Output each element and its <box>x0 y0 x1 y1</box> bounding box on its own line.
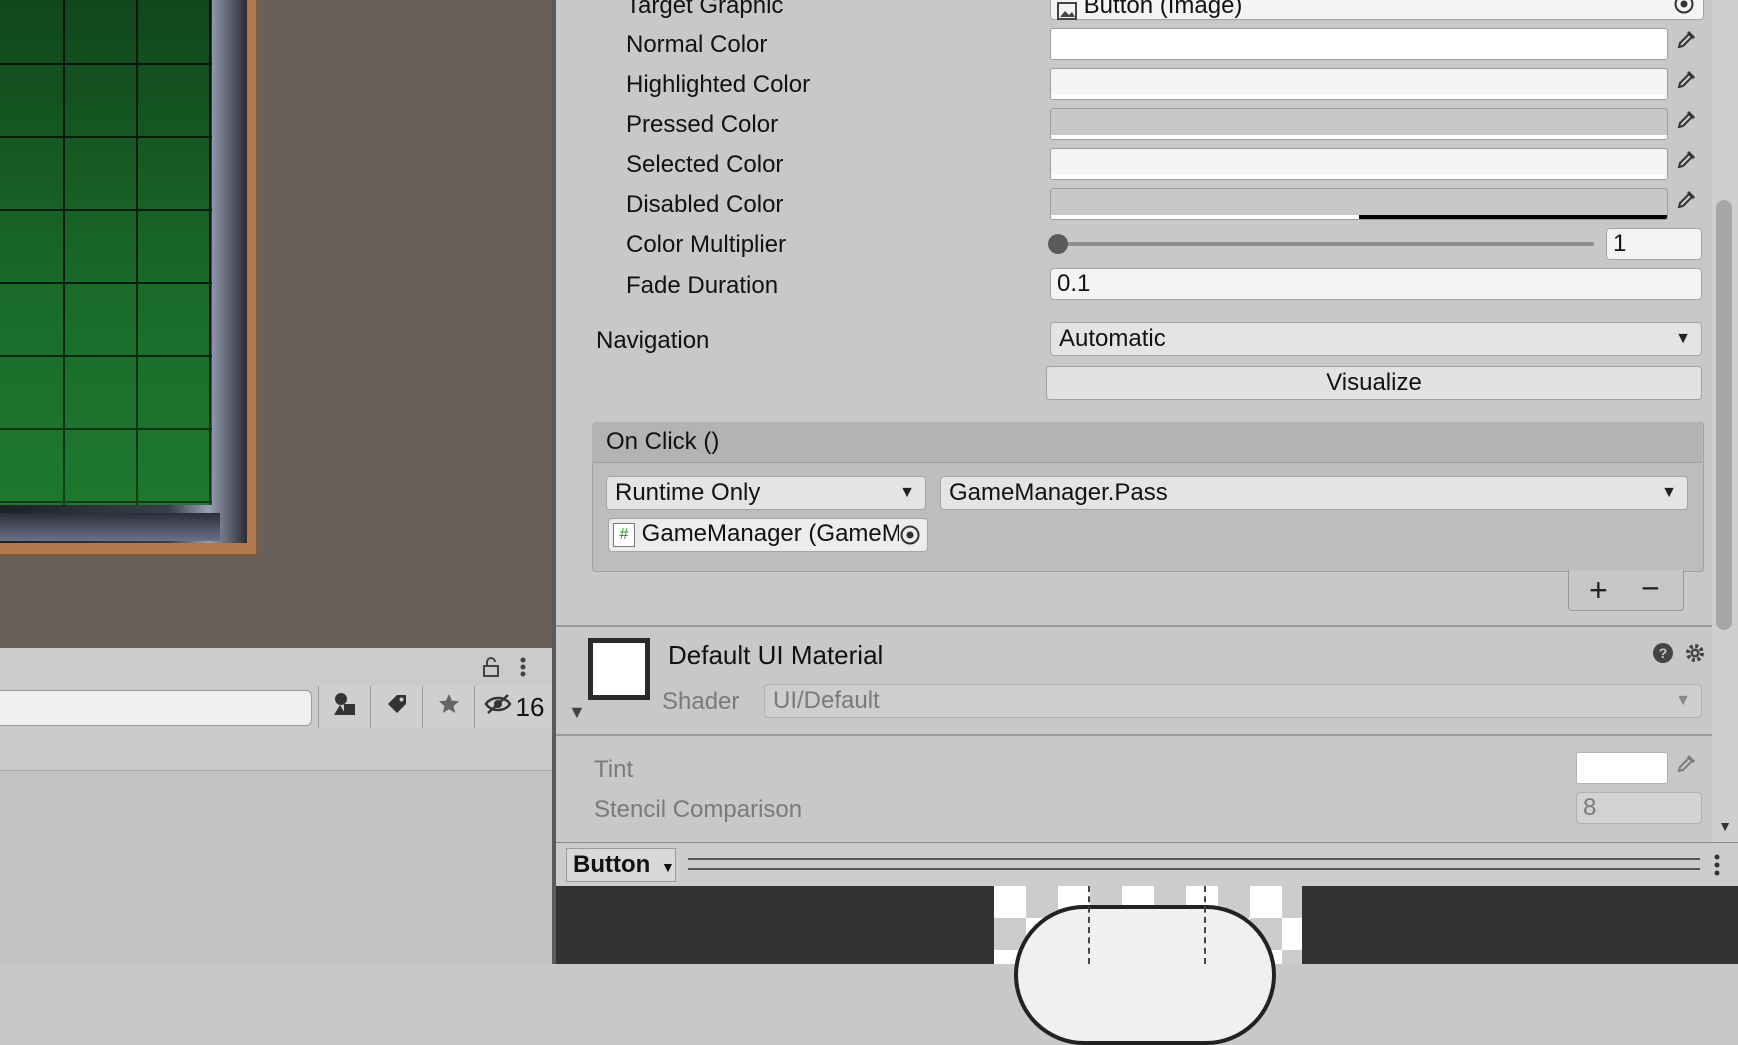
navigation-dropdown[interactable]: Automatic ▼ <box>1050 322 1702 356</box>
alpha-bar <box>1051 175 1667 179</box>
star-icon <box>437 692 461 722</box>
runtime-dropdown[interactable]: Runtime Only ▼ <box>606 476 926 510</box>
shapes-icon <box>332 691 358 723</box>
stencil-comparison-label: Stencil Comparison <box>594 796 803 823</box>
stencil-comparison-input[interactable]: 8 <box>1576 792 1702 824</box>
shader-dropdown[interactable]: UI/Default ▼ <box>764 684 1702 718</box>
highlighted-color-field[interactable] <box>1050 68 1668 100</box>
board-shading <box>0 0 212 505</box>
section-separator <box>556 734 1712 736</box>
object-picker-icon[interactable] <box>1673 0 1695 15</box>
tint-label: Tint <box>594 756 634 783</box>
target-graphic-value: Button (Image) <box>1083 0 1243 19</box>
visualize-button[interactable]: Visualize <box>1046 366 1702 400</box>
scene-view[interactable] <box>0 0 552 648</box>
disabled-color-label: Disabled Color <box>626 191 784 218</box>
section-separator <box>556 625 1712 627</box>
script-icon: # <box>613 522 635 547</box>
slice-guide <box>1204 886 1208 964</box>
normal-color-label: Normal Color <box>626 31 768 58</box>
hidden-count: 16 <box>515 691 545 722</box>
foldout-arrow-icon[interactable]: ▼ <box>568 702 586 722</box>
chevron-down-icon: ▼ <box>899 484 915 501</box>
eyedropper-icon[interactable] <box>1672 68 1702 98</box>
search-input[interactable] <box>0 690 312 726</box>
highlighted-color-label: Highlighted Color <box>626 71 811 98</box>
gear-icon[interactable] <box>1684 642 1706 664</box>
preview-drag-handle[interactable] <box>688 858 1700 870</box>
filter-by-type-button[interactable] <box>318 686 371 728</box>
more-options-icon[interactable] <box>1714 852 1724 878</box>
shader-value: UI/Default <box>773 687 880 714</box>
alpha-bar <box>1051 135 1667 139</box>
event-object-field[interactable]: # GameManager (GameM <box>608 518 928 552</box>
preview-title-dropdown[interactable]: Button ▼ <box>566 848 676 882</box>
button-sprite-preview <box>1014 905 1276 1045</box>
eyedropper-icon[interactable] <box>1672 188 1702 218</box>
eyedropper-icon[interactable] <box>1672 28 1702 58</box>
material-preview-thumbnail[interactable] <box>588 638 650 700</box>
function-dropdown[interactable]: GameManager.Pass ▼ <box>940 476 1688 510</box>
preview-title: Button <box>573 851 651 878</box>
more-options-icon[interactable] <box>516 656 530 678</box>
caret-down-icon: ▼ <box>660 859 675 875</box>
runtime-value: Runtime Only <box>615 479 761 506</box>
material-title: Default UI Material <box>668 640 884 670</box>
board-rim-bottom <box>0 513 220 541</box>
event-object-value: GameManager (GameM <box>641 520 902 547</box>
shader-label: Shader <box>662 688 740 715</box>
target-graphic-label: Target Graphic <box>626 0 784 19</box>
color-multiplier-input[interactable]: 1 <box>1606 228 1702 260</box>
pressed-color-field[interactable] <box>1050 108 1668 140</box>
help-icon[interactable]: ? <box>1652 642 1674 664</box>
eyedropper-icon[interactable] <box>1672 148 1702 178</box>
tint-color-field[interactable] <box>1576 752 1668 784</box>
eye-hidden-icon <box>484 693 512 721</box>
chevron-down-icon: ▼ <box>1675 330 1691 347</box>
alpha-bar-transparent <box>1359 215 1667 219</box>
color-multiplier-label: Color Multiplier <box>626 231 787 258</box>
fade-duration-input[interactable]: 0.1 <box>1050 268 1702 300</box>
slice-guide <box>1088 886 1092 964</box>
normal-color-field[interactable] <box>1050 28 1668 60</box>
navigation-value: Automatic <box>1059 325 1166 352</box>
pressed-color-label: Pressed Color <box>626 111 779 138</box>
function-value: GameManager.Pass <box>949 479 1168 506</box>
disabled-color-field[interactable] <box>1050 188 1668 220</box>
alpha-bar-opaque <box>1051 215 1359 219</box>
on-click-title: On Click () <box>606 428 720 455</box>
event-list-buttons: + − <box>1568 570 1684 611</box>
favorites-button[interactable] <box>422 686 475 728</box>
alpha-bar <box>1051 55 1667 59</box>
scroll-down-icon[interactable]: ▼ <box>1716 818 1734 834</box>
color-multiplier-slider-track[interactable] <box>1056 242 1594 246</box>
selected-color-label: Selected Color <box>626 151 784 178</box>
svg-text:?: ? <box>1659 645 1668 661</box>
color-multiplier-slider-thumb[interactable] <box>1048 234 1068 254</box>
chevron-down-icon: ▼ <box>1661 484 1677 501</box>
lock-icon[interactable] <box>480 656 502 678</box>
target-graphic-field[interactable]: Button (Image) <box>1050 0 1704 20</box>
scrollbar-thumb[interactable] <box>1716 200 1732 630</box>
eyedropper-icon[interactable] <box>1672 752 1702 782</box>
eyedropper-icon[interactable] <box>1672 108 1702 138</box>
hidden-objects-toggle[interactable]: 16 <box>474 686 553 728</box>
chevron-down-icon: ▼ <box>1675 692 1691 709</box>
list-row[interactable] <box>0 728 552 771</box>
tag-icon <box>385 692 409 722</box>
alpha-bar <box>1051 95 1667 99</box>
selected-color-field[interactable] <box>1050 148 1668 180</box>
object-picker-icon[interactable] <box>899 524 921 546</box>
navigation-label: Navigation <box>596 327 710 354</box>
image-icon <box>1057 0 1077 20</box>
fade-duration-label: Fade Duration <box>626 272 779 299</box>
filter-by-label-button[interactable] <box>370 686 423 728</box>
on-click-header: On Click () <box>592 422 1702 463</box>
plus-icon[interactable]: + <box>1589 572 1608 609</box>
minus-icon[interactable]: − <box>1641 570 1660 607</box>
